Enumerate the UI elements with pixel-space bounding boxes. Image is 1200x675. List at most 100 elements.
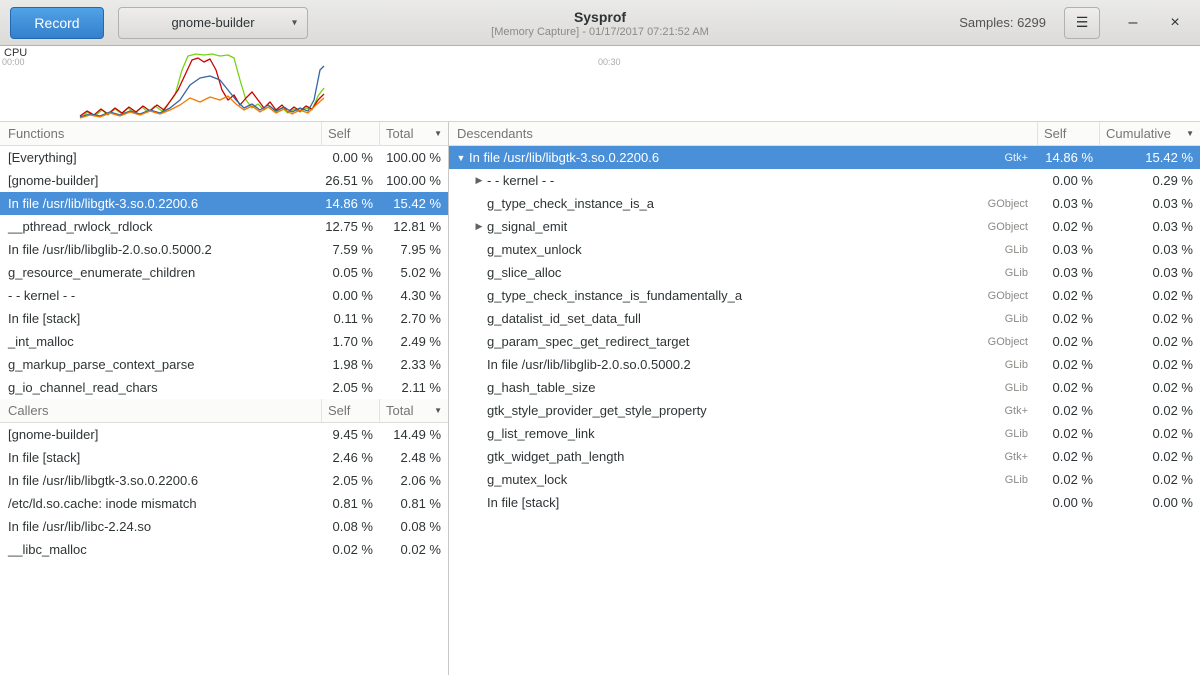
self-percent: 1.70 % xyxy=(322,334,380,349)
tree-row[interactable]: In file [stack]0.00 %0.00 % xyxy=(449,491,1200,514)
self-percent: 0.02 % xyxy=(1038,288,1100,303)
function-name: - - kernel - - xyxy=(0,288,322,303)
descendants-cumulative-column-header[interactable]: Cumulative ▼ xyxy=(1100,122,1200,145)
tree-row[interactable]: ▼In file /usr/lib/libgtk-3.so.0.2200.6Gt… xyxy=(449,146,1200,169)
tree-row-name-cell: g_mutex_unlockGLib xyxy=(449,242,1038,257)
tree-row[interactable]: ▶- - kernel - -0.00 %0.29 % xyxy=(449,169,1200,192)
self-percent: 0.02 % xyxy=(1038,334,1100,349)
self-percent: 0.02 % xyxy=(322,542,380,557)
descendants-self-column-header[interactable]: Self xyxy=(1038,122,1100,145)
function-name: [Everything] xyxy=(0,150,322,165)
symbol-name: gtk_style_provider_get_style_property xyxy=(487,403,707,418)
tree-row[interactable]: g_datalist_id_set_data_fullGLib0.02 %0.0… xyxy=(449,307,1200,330)
library-badge: GLib xyxy=(1005,474,1038,486)
tree-row-name-cell: ▶- - kernel - - xyxy=(449,173,1038,188)
tree-row-name-cell: g_type_check_instance_is_aGObject xyxy=(449,196,1038,211)
self-percent: 2.46 % xyxy=(322,450,380,465)
callers-header-row: Callers Self Total ▼ xyxy=(0,399,448,423)
tree-row-name-cell: In file [stack] xyxy=(449,495,1038,510)
tree-row-name-cell: g_param_spec_get_redirect_targetGObject xyxy=(449,334,1038,349)
tree-row[interactable]: g_mutex_unlockGLib0.03 %0.03 % xyxy=(449,238,1200,261)
table-row[interactable]: [Everything]0.00 %100.00 % xyxy=(0,146,448,169)
tree-row[interactable]: g_mutex_lockGLib0.02 %0.02 % xyxy=(449,468,1200,491)
tree-row[interactable]: gtk_widget_path_lengthGtk+0.02 %0.02 % xyxy=(449,445,1200,468)
tree-row-name-cell: g_list_remove_linkGLib xyxy=(449,426,1038,441)
cumulative-percent: 0.03 % xyxy=(1100,265,1200,280)
tree-row[interactable]: g_slice_allocGLib0.03 %0.03 % xyxy=(449,261,1200,284)
tree-row[interactable]: g_type_check_instance_is_fundamentally_a… xyxy=(449,284,1200,307)
tree-row[interactable]: In file /usr/lib/libglib-2.0.so.0.5000.2… xyxy=(449,353,1200,376)
table-row[interactable]: - - kernel - -0.00 %4.30 % xyxy=(0,284,448,307)
table-row[interactable]: _int_malloc1.70 %2.49 % xyxy=(0,330,448,353)
table-row[interactable]: [gnome-builder]9.45 %14.49 % xyxy=(0,423,448,446)
expander-closed-icon[interactable]: ▶ xyxy=(471,221,487,232)
callers-column-header[interactable]: Callers xyxy=(0,399,322,422)
callers-table-body: [gnome-builder]9.45 %14.49 %In file [sta… xyxy=(0,423,448,561)
library-badge: Gtk+ xyxy=(1004,451,1038,463)
table-row[interactable]: [gnome-builder]26.51 %100.00 % xyxy=(0,169,448,192)
cpu-series-red xyxy=(80,58,324,116)
total-percent: 2.11 % xyxy=(380,380,448,395)
table-row[interactable]: g_markup_parse_context_parse1.98 %2.33 % xyxy=(0,353,448,376)
sysprof-window: Record gnome-builder ▾ Sysprof [Memory C… xyxy=(0,0,1200,675)
cumulative-percent: 0.03 % xyxy=(1100,219,1200,234)
tree-row[interactable]: g_list_remove_linkGLib0.02 %0.02 % xyxy=(449,422,1200,445)
cpu-graph-area[interactable]: CPU 00:00 00:30 xyxy=(0,46,1200,122)
table-row[interactable]: In file /usr/lib/libgtk-3.so.0.2200.614.… xyxy=(0,192,448,215)
tree-row[interactable]: g_param_spec_get_redirect_targetGObject0… xyxy=(449,330,1200,353)
cumulative-percent: 15.42 % xyxy=(1100,150,1200,165)
tree-row-name-cell: g_type_check_instance_is_fundamentally_a… xyxy=(449,288,1038,303)
table-row[interactable]: In file /usr/lib/libgtk-3.so.0.2200.62.0… xyxy=(0,469,448,492)
record-button[interactable]: Record xyxy=(10,7,104,39)
tree-row[interactable]: ▶g_signal_emit GObject0.02 %0.03 % xyxy=(449,215,1200,238)
library-badge: GLib xyxy=(1005,428,1038,440)
table-row[interactable]: In file /usr/lib/libc-2.24.so0.08 %0.08 … xyxy=(0,515,448,538)
total-percent: 2.70 % xyxy=(380,311,448,326)
table-row[interactable]: In file /usr/lib/libglib-2.0.so.0.5000.2… xyxy=(0,238,448,261)
library-badge: GObject xyxy=(988,221,1038,233)
function-name: In file [stack] xyxy=(0,450,322,465)
symbol-name: g_signal_emit xyxy=(487,219,567,234)
symbol-name: g_type_check_instance_is_fundamentally_a xyxy=(487,288,742,303)
functions-self-column-header[interactable]: Self xyxy=(322,122,380,145)
total-percent: 4.30 % xyxy=(380,288,448,303)
total-percent: 15.42 % xyxy=(380,196,448,211)
headerbar: Record gnome-builder ▾ Sysprof [Memory C… xyxy=(0,0,1200,46)
minimize-button[interactable]: – xyxy=(1124,14,1142,32)
symbol-name: In file /usr/lib/libglib-2.0.so.0.5000.2 xyxy=(487,357,691,372)
total-percent: 2.48 % xyxy=(380,450,448,465)
tree-row[interactable]: g_hash_table_sizeGLib0.02 %0.02 % xyxy=(449,376,1200,399)
tree-row-name-cell: g_datalist_id_set_data_fullGLib xyxy=(449,311,1038,326)
functions-total-column-header[interactable]: Total ▼ xyxy=(380,122,448,145)
self-percent: 0.02 % xyxy=(1038,449,1100,464)
tree-row[interactable]: gtk_style_provider_get_style_propertyGtk… xyxy=(449,399,1200,422)
functions-column-header[interactable]: Functions xyxy=(0,122,322,145)
menu-button[interactable]: ☰ xyxy=(1064,7,1100,39)
table-row[interactable]: g_resource_enumerate_children0.05 %5.02 … xyxy=(0,261,448,284)
self-percent: 0.02 % xyxy=(1038,219,1100,234)
table-row[interactable]: g_io_channel_read_chars2.05 %2.11 % xyxy=(0,376,448,399)
self-percent: 0.00 % xyxy=(322,150,380,165)
process-selector-label: gnome-builder xyxy=(171,15,254,30)
symbol-name: g_mutex_unlock xyxy=(487,242,582,257)
library-badge: Gtk+ xyxy=(1004,152,1038,164)
table-row[interactable]: /etc/ld.so.cache: inode mismatch0.81 %0.… xyxy=(0,492,448,515)
function-name: In file /usr/lib/libgtk-3.so.0.2200.6 xyxy=(0,473,322,488)
table-row[interactable]: __libc_malloc0.02 %0.02 % xyxy=(0,538,448,561)
callers-total-column-header[interactable]: Total ▼ xyxy=(380,399,448,422)
callers-self-column-header[interactable]: Self xyxy=(322,399,380,422)
tree-row[interactable]: g_type_check_instance_is_aGObject0.03 %0… xyxy=(449,192,1200,215)
process-selector-dropdown[interactable]: gnome-builder ▾ xyxy=(118,7,308,39)
window-title-area: Sysprof [Memory Capture] - 01/17/2017 07… xyxy=(491,7,709,37)
expander-closed-icon[interactable]: ▶ xyxy=(471,175,487,186)
close-button[interactable]: × xyxy=(1166,14,1184,32)
library-badge: GLib xyxy=(1005,267,1038,279)
expander-open-icon[interactable]: ▼ xyxy=(453,153,469,163)
descendants-column-header[interactable]: Descendants xyxy=(449,122,1038,145)
table-row[interactable]: In file [stack]0.11 %2.70 % xyxy=(0,307,448,330)
table-row[interactable]: __pthread_rwlock_rdlock12.75 %12.81 % xyxy=(0,215,448,238)
total-percent: 7.95 % xyxy=(380,242,448,257)
cpu-series-orange xyxy=(80,96,324,118)
cumulative-percent: 0.02 % xyxy=(1100,357,1200,372)
table-row[interactable]: In file [stack]2.46 %2.48 % xyxy=(0,446,448,469)
